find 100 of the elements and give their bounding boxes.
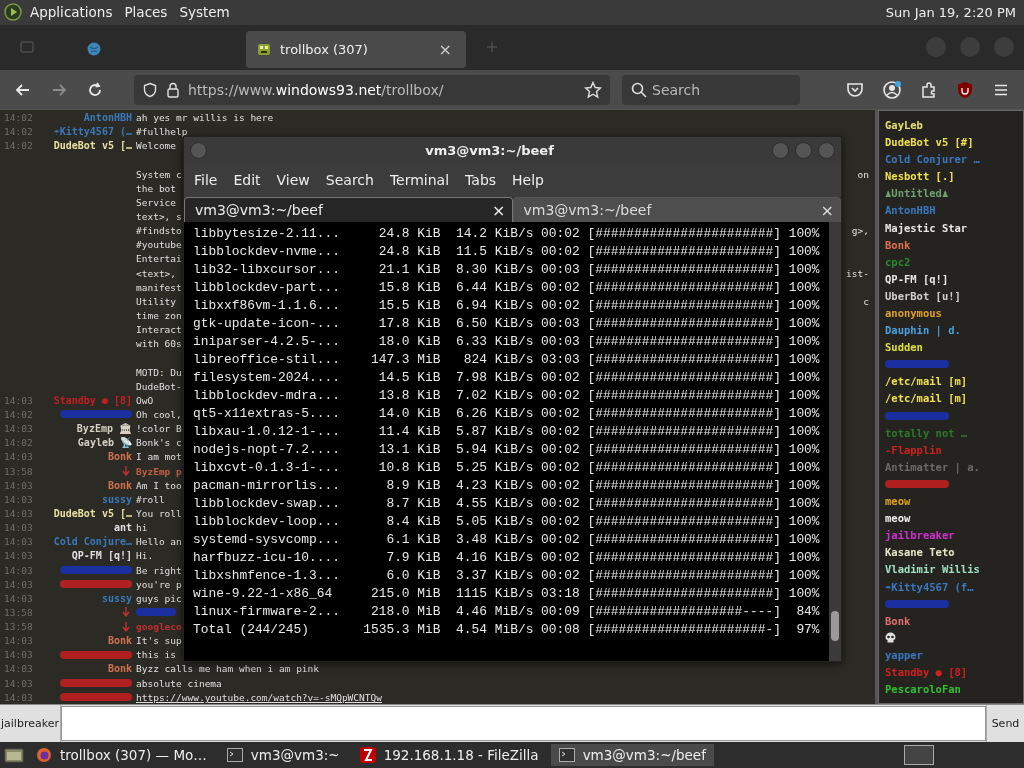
taskbar-button[interactable]: 192.168.1.18 - FileZilla	[351, 744, 547, 767]
message-time: 14:03	[3, 423, 34, 435]
user-name[interactable]: anonymous	[885, 307, 942, 319]
user-name[interactable]: Dauphin | d.	[885, 324, 961, 337]
user-name[interactable]: Kasane Teto	[885, 546, 955, 559]
message-nick[interactable]: Bonk	[107, 451, 132, 463]
scribbled-user-name[interactable]	[885, 479, 949, 488]
distro-logo-icon[interactable]	[4, 3, 22, 22]
fox-icon	[36, 747, 52, 764]
panel-clock[interactable]: Sun Jan 19, 2:20 PM	[885, 4, 1016, 20]
message-nick[interactable]: Gayleb 📡	[77, 437, 132, 449]
menu-item[interactable]: Search	[317, 172, 382, 189]
window-menu-button[interactable]	[190, 141, 207, 159]
scribbled-user-name[interactable]	[885, 599, 949, 608]
url-text: https://www.windows93.net/trollbox/	[188, 81, 444, 98]
user-name[interactable]: jailbreaker	[885, 529, 955, 542]
panel-menu[interactable]: Places	[124, 4, 168, 21]
panel-menu[interactable]: Applications	[30, 4, 113, 21]
terminal-line: libblockdev-loop... 8.4 KiB 5.05 KiB/s 00:02 [#######################] 100%	[193, 513, 821, 532]
reload-icon[interactable]	[86, 80, 104, 99]
search-field[interactable]: Search	[622, 74, 800, 105]
message-text: g>,	[851, 225, 869, 237]
close-button[interactable]	[818, 141, 835, 159]
scrollbar[interactable]	[829, 222, 841, 662]
message-time: 14:03	[3, 564, 34, 576]
user-name[interactable]: Sudden	[885, 341, 923, 354]
workspace-switcher[interactable]	[904, 745, 934, 766]
terminal-line: wine-9.22-1-x86_64 215.0 MiB 1115 KiB/s 03:18 [#######################] 100%	[193, 585, 821, 604]
user-name[interactable]: UberBot [u!]	[885, 289, 961, 302]
account-icon[interactable]	[882, 79, 902, 100]
message-text: It's sup	[136, 635, 182, 647]
message-nick[interactable]: DudeBot v5 […	[53, 140, 132, 152]
close-tab-button[interactable]: ×	[820, 200, 834, 220]
user-name[interactable]: Bonk	[885, 238, 911, 251]
maximize-button[interactable]	[795, 141, 812, 159]
user-name[interactable]: cpc2	[885, 255, 911, 268]
browser-tab[interactable]: trollbox (307) ×	[246, 30, 466, 68]
terminal-icon	[226, 748, 243, 763]
pocket-icon[interactable]	[846, 80, 864, 99]
bookmark-star-icon[interactable]	[584, 80, 602, 99]
user-name[interactable]: QP-FM [q!]	[885, 272, 949, 285]
message-input[interactable]	[61, 706, 986, 742]
list-tabs-icon[interactable]	[20, 40, 34, 55]
user-name[interactable]: DudeBot v5 [#]	[885, 136, 974, 149]
reply-text: googleco	[136, 621, 182, 633]
close-tab-button[interactable]: ×	[492, 200, 506, 220]
message-nick[interactable]: Bonk	[107, 479, 132, 491]
terminal-line: pacman-mirrorlis... 8.9 KiB 4.23 KiB/s 00:02 [#######################] 100%	[193, 477, 821, 496]
shield-icon[interactable]	[142, 81, 158, 98]
shield-badge-icon[interactable]	[956, 80, 974, 99]
menu-item[interactable]: Help	[504, 172, 552, 189]
minimize-button[interactable]	[772, 141, 789, 159]
user-name[interactable]: Bonk	[885, 614, 911, 627]
user-name[interactable]: Majestic Star	[885, 221, 968, 234]
user-name[interactable]: PescaroloFan	[885, 683, 961, 696]
close-tab-button[interactable]: ×	[434, 39, 456, 59]
user-name[interactable]: meow	[885, 512, 911, 525]
message-nick[interactable]: ByzEmp 🏛	[76, 423, 132, 435]
message-nick[interactable]: ant	[113, 522, 132, 534]
message-text: c	[863, 295, 869, 307]
skull-icon[interactable]	[885, 632, 896, 644]
terminal-line: gtk-update-icon-... 17.8 KiB 6.50 KiB/s 00:03 [#######################] 100%	[193, 315, 821, 334]
message-time: 14:03	[3, 536, 34, 548]
message-text: Hi.	[136, 550, 154, 562]
puzzle-icon[interactable]	[920, 80, 938, 99]
terminal-line: libreoffice-stil... 147.3 MiB 824 KiB/s 03:03 [#######################] 100%	[193, 351, 821, 370]
scribbled-user-name[interactable]	[885, 411, 949, 420]
user-name[interactable]: meow	[885, 495, 911, 508]
user-name[interactable]: ♟Untitled♟	[885, 187, 949, 200]
message-text: #roll	[136, 493, 165, 505]
message-nick[interactable]: Bonk	[107, 663, 132, 675]
panel-menu[interactable]: System	[179, 4, 230, 21]
menu-item[interactable]: Terminal	[381, 172, 458, 189]
message-text: I am mot	[136, 451, 182, 463]
new-tab-icon[interactable]	[486, 41, 498, 54]
message-text: this is	[136, 649, 177, 661]
terminal-tab[interactable]: vm3@vm3:~/beef ×	[184, 197, 513, 223]
message-nick[interactable]: Bonk	[107, 635, 132, 647]
nickname-button[interactable]: jailbreaker	[0, 705, 61, 743]
menu-item[interactable]: View	[268, 172, 318, 189]
user-name[interactable]: GayLeb	[885, 119, 923, 131]
user-name[interactable]: /etc/mail [m]	[885, 375, 968, 388]
lock-icon[interactable]	[166, 81, 180, 98]
terminal-tab[interactable]: vm3@vm3:~/beef ×	[512, 197, 841, 223]
user-name[interactable]: Nesbott [.]	[885, 170, 955, 183]
taskbar-button[interactable]: vm3@vm3:~/beef	[550, 744, 714, 767]
terminal-line: libxxf86vm-1.1.6... 15.5 KiB 6.94 KiB/s 00:02 [#######################] 100%	[193, 297, 821, 316]
message-time: 14:03	[3, 649, 34, 661]
message-link[interactable]: https://www.youtube.com/watch?v=-sMQpWCNTQw	[136, 691, 382, 703]
menu-item[interactable]: File	[186, 172, 226, 189]
taskbar-button[interactable]: vm3@vm3:~	[218, 744, 348, 767]
message-nick[interactable]: DudeBot v5 […	[53, 507, 132, 519]
scribbled-user-name[interactable]	[885, 360, 949, 369]
address-bar[interactable]: https://www.windows93.net/trollbox/	[134, 74, 610, 105]
message-nick[interactable]: QP-FM [q!]	[71, 550, 132, 562]
menu-item[interactable]: Tabs	[457, 172, 505, 189]
menu-item[interactable]: Edit	[225, 172, 269, 189]
user-name[interactable]: /etc/mail [m]	[885, 392, 968, 405]
taskbar-button[interactable]: trollbox (307) — Mo…	[28, 744, 215, 767]
user-name[interactable]: Vladimir Willis	[885, 563, 980, 576]
